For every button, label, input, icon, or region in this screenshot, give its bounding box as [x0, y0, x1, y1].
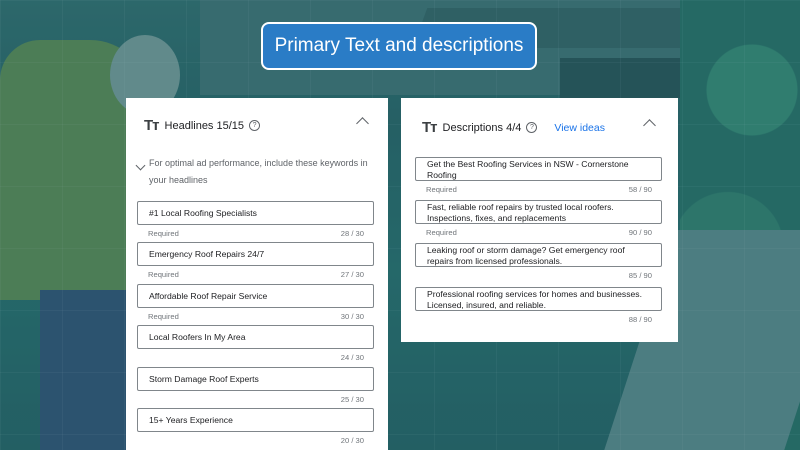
description-input[interactable]: Get the Best Roofing Services in NSW - C… — [415, 157, 662, 181]
required-label: Required — [148, 312, 179, 321]
description-input[interactable]: Professional roofing services for homes … — [415, 287, 662, 311]
headlines-title: Headlines 15/15 — [164, 119, 245, 132]
char-count: 24 / 30 — [340, 353, 364, 362]
required-label: Required — [426, 228, 457, 237]
char-count: 28 / 30 — [340, 229, 364, 238]
headlines-header: Tт Headlines 15/15 ? — [144, 117, 261, 134]
help-circle-icon[interactable]: ? — [249, 120, 261, 131]
description-input[interactable]: Fast, reliable roof repairs by trusted l… — [415, 200, 662, 224]
descriptions-panel: Tт Descriptions 4/4 ? View ideas Get the… — [401, 98, 678, 342]
descriptions-header: Tт Descriptions 4/4 ? View ideas — [422, 119, 605, 136]
char-count: 27 / 30 — [340, 270, 364, 279]
headline-input[interactable]: Storm Damage Roof Experts — [137, 367, 374, 391]
page-title: Primary Text and descriptions — [261, 22, 537, 70]
descriptions-title: Descriptions 4/4 — [442, 121, 522, 134]
chevron-up-icon[interactable] — [643, 119, 656, 132]
view-ideas-link[interactable]: View ideas — [554, 122, 605, 134]
required-label: Required — [426, 185, 457, 194]
char-count: 30 / 30 — [340, 312, 364, 321]
help-circle-icon[interactable]: ? — [526, 122, 538, 133]
chevron-up-icon[interactable] — [356, 117, 369, 130]
headline-input[interactable]: Emergency Roof Repairs 24/7 — [137, 242, 374, 266]
text-format-icon: Tт — [422, 119, 437, 136]
char-count: 20 / 30 — [340, 436, 364, 445]
char-count: 58 / 90 — [628, 185, 652, 194]
headline-input[interactable]: Affordable Roof Repair Service — [137, 284, 374, 308]
char-count: 25 / 30 — [340, 395, 364, 404]
keyword-hint: For optimal ad performance, include thes… — [149, 158, 368, 185]
char-count: 88 / 90 — [628, 315, 652, 324]
required-label: Required — [148, 270, 179, 279]
description-input[interactable]: Leaking roof or storm damage? Get emerge… — [415, 243, 662, 267]
headline-input[interactable]: 15+ Years Experience — [137, 408, 374, 432]
char-count: 90 / 90 — [628, 228, 652, 237]
headline-input[interactable]: Local Roofers In My Area — [137, 325, 374, 349]
headlines-panel: Tт Headlines 15/15 ? For optimal ad perf… — [126, 98, 388, 450]
char-count: 85 / 90 — [628, 271, 652, 280]
text-format-icon: Tт — [144, 117, 159, 134]
required-label: Required — [148, 229, 179, 238]
headline-input[interactable]: #1 Local Roofing Specialists — [137, 201, 374, 225]
chevron-down-icon[interactable] — [135, 160, 146, 171]
